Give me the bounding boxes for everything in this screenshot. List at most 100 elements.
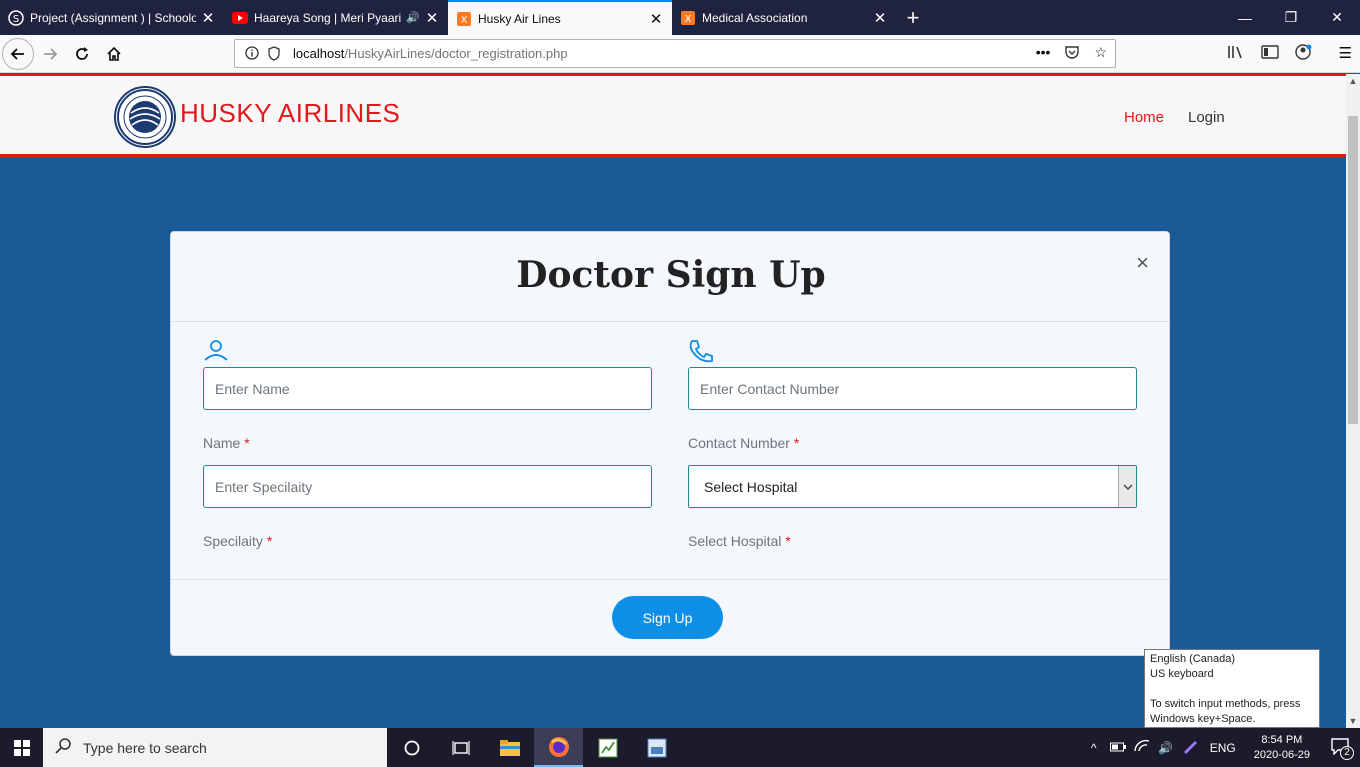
library-icon[interactable] <box>1227 44 1245 64</box>
forward-icon[interactable] <box>34 38 66 70</box>
taskbar-search[interactable]: Type here to search <box>43 728 387 767</box>
contact-number-input[interactable]: Enter Contact Number <box>688 367 1137 410</box>
browser-nav-bar: localhost/HuskyAirLines/doctor_registrat… <box>0 35 1360 73</box>
cortana-icon[interactable] <box>387 728 436 767</box>
new-tab-icon[interactable]: + <box>896 0 930 35</box>
volume-icon[interactable]: 🔊 <box>1154 741 1178 755</box>
svg-text:S: S <box>13 14 19 25</box>
user-icon <box>202 339 230 366</box>
specialty-input[interactable]: Enter Specilaity <box>203 465 652 508</box>
signup-modal: Doctor Sign Up × Enter Name Enter Contac… <box>170 231 1170 656</box>
url-host: localhost <box>293 46 345 61</box>
image-viewer-icon[interactable] <box>632 728 681 767</box>
input-method-tooltip: English (Canada) US keyboard To switch i… <box>1144 649 1320 728</box>
reload-icon[interactable] <box>66 38 98 70</box>
xampp-icon: X <box>680 10 696 26</box>
spreadsheet-app-icon[interactable] <box>583 728 632 767</box>
hospital-label: Select Hospital * <box>688 533 791 549</box>
name-label: Name * <box>203 435 250 451</box>
sidebar-icon[interactable] <box>1260 44 1279 64</box>
close-tab-icon[interactable]: ✕ <box>200 9 216 27</box>
page-actions-icon[interactable]: ••• <box>1036 44 1051 63</box>
browser-tab-bar: S Project (Assignment ) | Schoolo ✕ Haar… <box>0 0 1360 35</box>
name-input[interactable]: Enter Name <box>203 367 652 410</box>
contact-number-label: Contact Number * <box>688 435 799 451</box>
close-modal-icon[interactable]: × <box>1136 250 1149 276</box>
header-divider <box>171 321 1169 322</box>
file-explorer-icon[interactable] <box>485 728 534 767</box>
nav-home-link[interactable]: Home <box>1124 109 1164 126</box>
info-icon[interactable] <box>245 46 259 63</box>
tooltip-keyboard: US keyboard <box>1150 668 1214 680</box>
s-icon: S <box>8 9 24 26</box>
xampp-icon: X <box>456 11 472 27</box>
shield-icon[interactable] <box>267 46 281 65</box>
speaker-icon[interactable]: 🔊 <box>406 11 420 24</box>
scroll-down-icon[interactable]: ▼ <box>1346 716 1360 726</box>
window-controls: — ❐ ✕ <box>1222 0 1360 35</box>
scrollbar-thumb[interactable] <box>1348 116 1358 424</box>
firefox-icon[interactable] <box>534 728 583 767</box>
svg-text:X: X <box>685 14 692 25</box>
url-path: /HuskyAirLines/doctor_registration.php <box>344 46 568 61</box>
name-label-text: Name <box>203 435 241 451</box>
browser-tab-active[interactable]: X Husky Air Lines ✕ <box>448 0 672 35</box>
hospital-select-value: Select Hospital <box>704 478 798 495</box>
tab-title: Medical Association <box>702 10 808 25</box>
close-tab-icon[interactable]: ✕ <box>648 10 664 28</box>
browser-tab[interactable]: S Project (Assignment ) | Schoolo ✕ <box>0 0 224 35</box>
phone-icon <box>687 338 715 369</box>
brand-title[interactable]: HUSKY AIRLINES <box>180 98 400 129</box>
footer-divider <box>171 579 1169 580</box>
language-indicator[interactable]: ENG <box>1202 741 1244 755</box>
modal-title: Doctor Sign Up <box>516 254 826 296</box>
clock[interactable]: 8:54 PM 2020-06-29 <box>1244 733 1320 763</box>
close-window-icon[interactable]: ✕ <box>1314 0 1360 35</box>
restore-icon[interactable]: ❐ <box>1268 0 1314 35</box>
close-tab-icon[interactable]: ✕ <box>424 9 440 27</box>
windows-start-icon[interactable] <box>0 728 43 767</box>
pocket-icon[interactable] <box>1064 44 1080 63</box>
tooltip-language: English (Canada) <box>1150 653 1235 665</box>
menu-icon[interactable]: ☰ <box>1339 44 1352 64</box>
required-mark: * <box>266 533 273 549</box>
tab-title: Husky Air Lines <box>478 11 561 26</box>
hospital-label-text: Select Hospital <box>688 533 782 549</box>
united-logo[interactable] <box>114 86 176 148</box>
hospital-select[interactable]: Select Hospital <box>688 465 1137 508</box>
required-mark: * <box>785 533 791 549</box>
url-bar[interactable]: localhost/HuskyAirLines/doctor_registrat… <box>234 39 1116 68</box>
clock-date: 2020-06-29 <box>1253 748 1310 761</box>
pen-icon[interactable] <box>1178 738 1202 757</box>
system-tray: ^ 🔊 ENG 8:54 PM 2020-06-29 2 <box>1082 728 1360 767</box>
battery-icon[interactable] <box>1106 741 1130 755</box>
scroll-up-icon[interactable]: ▲ <box>1346 76 1360 86</box>
clock-time: 8:54 PM <box>1261 733 1303 746</box>
search-icon <box>55 737 71 758</box>
back-icon[interactable] <box>2 37 34 70</box>
minimize-icon[interactable]: — <box>1222 0 1268 35</box>
task-view-icon[interactable] <box>436 728 485 767</box>
contact-label-text: Contact Number <box>688 435 790 451</box>
home-icon[interactable] <box>98 38 130 70</box>
account-icon[interactable] <box>1294 43 1313 64</box>
sign-up-button[interactable]: Sign Up <box>612 596 723 639</box>
specialty-label-text: Specilaity <box>203 533 263 549</box>
close-tab-icon[interactable]: ✕ <box>872 9 888 27</box>
taskbar: Type here to search ^ 🔊 ENG 8:54 PM 2020… <box>0 728 1360 767</box>
notification-icon[interactable]: 2 <box>1320 737 1360 760</box>
page-scrollbar[interactable]: ▲ ▼ <box>1346 74 1360 728</box>
tab-title: Project (Assignment ) | Schoolo <box>30 10 196 25</box>
browser-toolbar-right: ☰ <box>1227 43 1352 64</box>
required-mark: * <box>793 435 800 451</box>
bookmark-star-icon[interactable]: ☆ <box>1094 44 1107 63</box>
chevron-up-icon[interactable]: ^ <box>1082 741 1106 755</box>
chevron-down-icon[interactable] <box>1118 466 1136 507</box>
nav-login-link[interactable]: Login <box>1188 109 1225 126</box>
svg-text:X: X <box>461 15 468 26</box>
browser-tab[interactable]: X Medical Association ✕ <box>672 0 896 35</box>
tooltip-hint: To switch input methods, press Windows k… <box>1150 698 1301 725</box>
wifi-icon[interactable] <box>1130 739 1154 756</box>
youtube-icon <box>232 10 248 26</box>
browser-tab[interactable]: Haareya Song | Meri Pyaari B 🔊 ✕ <box>224 0 448 35</box>
